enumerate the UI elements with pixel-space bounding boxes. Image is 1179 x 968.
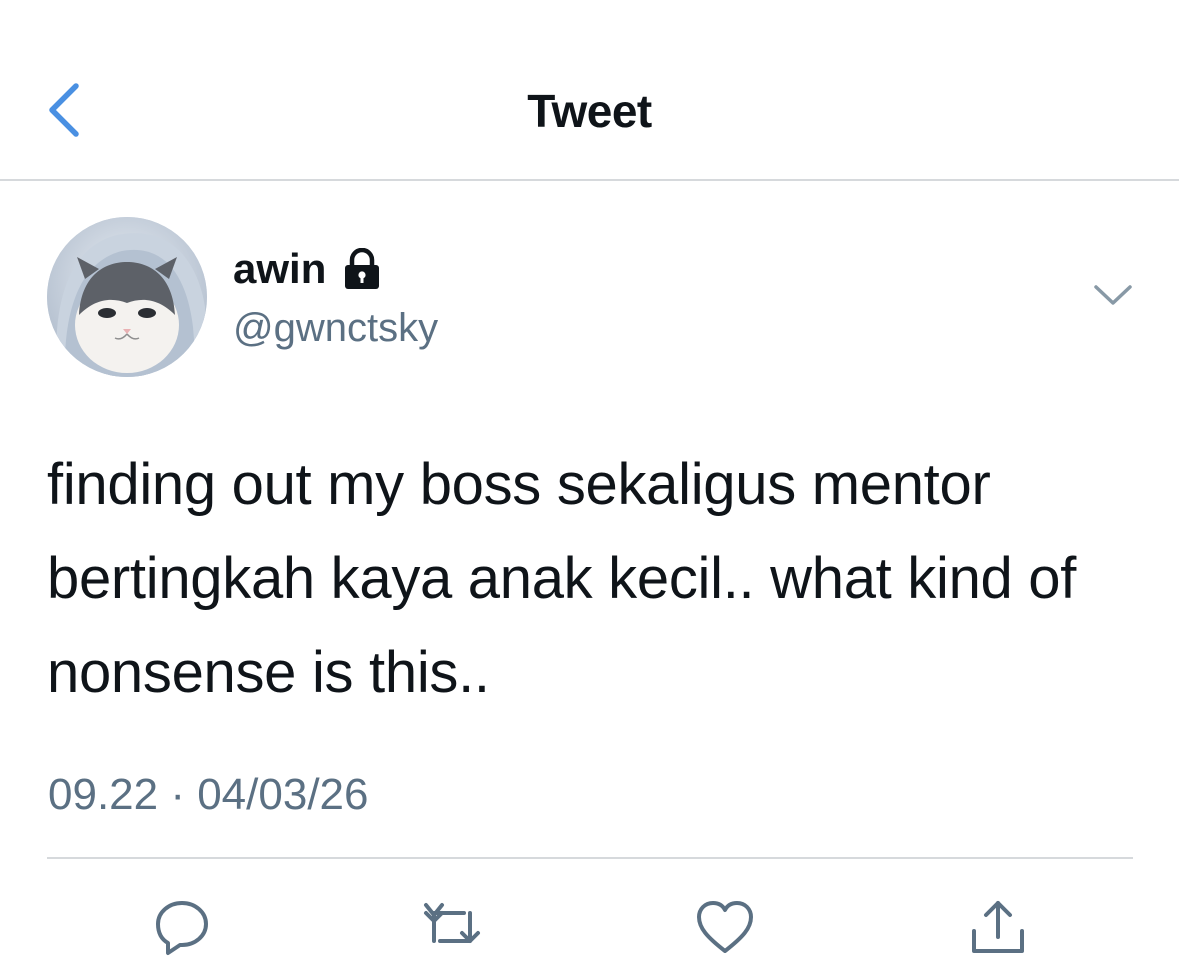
page-title: Tweet <box>527 85 652 137</box>
heart-icon <box>697 901 753 953</box>
retweet-icon <box>424 903 480 943</box>
reply-button[interactable] <box>150 895 214 959</box>
header-divider <box>0 179 1179 181</box>
share-icon <box>972 901 1024 953</box>
retweet-button[interactable] <box>420 895 484 959</box>
timestamp[interactable]: 09.22 · 04/03/26 <box>48 770 368 820</box>
lock-icon <box>342 247 382 290</box>
like-button[interactable] <box>693 895 757 959</box>
display-name[interactable]: awin <box>233 245 326 293</box>
user-handle[interactable]: @gwnctsky <box>233 306 438 351</box>
avatar-image <box>47 217 207 377</box>
tweet-text: finding out my boss sekaligus mentor ber… <box>47 452 1077 705</box>
avatar[interactable] <box>47 217 207 377</box>
chevron-down-icon <box>1094 285 1132 305</box>
author-name-row: awin <box>233 244 382 294</box>
action-divider <box>47 857 1133 859</box>
tweet-menu-button[interactable] <box>1093 283 1133 309</box>
share-button[interactable] <box>966 895 1030 959</box>
top-bar: Tweet <box>0 0 1179 180</box>
reply-icon <box>156 901 208 955</box>
